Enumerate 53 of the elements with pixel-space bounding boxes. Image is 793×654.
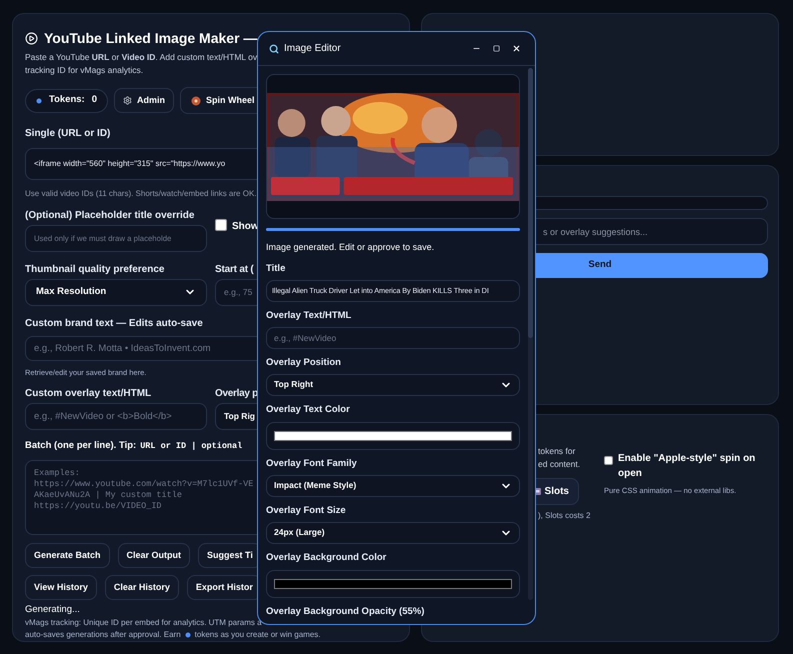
field-label: Start at ( xyxy=(215,262,254,277)
text-field[interactable]: e.g., #NewVideo xyxy=(266,326,520,348)
field-label: Custom brand text — Edits auto-save xyxy=(25,316,203,331)
select-field[interactable]: 24px (Large) xyxy=(266,522,520,544)
close-icon[interactable] xyxy=(512,44,521,53)
action-button[interactable]: Generate Batch xyxy=(25,542,110,568)
action-button[interactable]: View History xyxy=(25,574,97,600)
app-title: YouTube Linked Image Maker — xyxy=(44,29,258,48)
wheel-icon xyxy=(191,96,202,106)
caption-text: ), Slots costs 2 xyxy=(537,510,592,522)
field-label: Overlay Background Color xyxy=(266,552,388,564)
field-label: Overlay Font Family xyxy=(266,458,358,470)
search-icon xyxy=(269,44,279,54)
select-value: Max Resolution xyxy=(36,285,106,300)
select-value: Impact (Meme Style) xyxy=(274,479,356,492)
field-label: Custom overlay text/HTML xyxy=(25,387,152,402)
action-button[interactable]: Clear History xyxy=(104,574,179,600)
select-value: Top Rig xyxy=(224,410,255,424)
maximize-icon[interactable] xyxy=(493,45,500,52)
field-label: Single (URL or ID) xyxy=(25,127,110,141)
intro-text: Paste a YouTube URL or Video ID. Add custom text/HTML ov tracking ID for vMags analytics. xyxy=(25,51,258,77)
play-icon xyxy=(25,32,38,45)
field-label: Title xyxy=(266,262,286,274)
select-field[interactable]: Top Right xyxy=(266,374,520,396)
tokens-label: Tokens: xyxy=(49,93,85,108)
color-field[interactable] xyxy=(266,422,520,450)
action-button[interactable]: Clear Output xyxy=(118,542,190,568)
field-label: Overlay Background Opacity (55%) xyxy=(266,606,426,618)
field-label: Overlay Font Size xyxy=(266,504,347,516)
gear-icon xyxy=(123,96,132,105)
footer-text: vMags tracking: Unique ID per embed for analytics. UTM params a auto-saves generations after approval. Earn tokens as you create or win games. xyxy=(25,617,320,641)
color-field[interactable] xyxy=(266,570,520,598)
overlay-text-field[interactable]: e.g., #NewVideo or <b>Bold</b> xyxy=(25,403,207,430)
select-value: 24px (Large) xyxy=(274,526,325,539)
field-label: (Optional) Placeholder title override xyxy=(25,208,194,223)
info-text: tokens for xyxy=(537,445,576,458)
field-label: Overlay Position xyxy=(266,356,342,368)
info-text: ed content. xyxy=(537,458,582,471)
status-text: Generating... xyxy=(25,602,80,617)
tokens-count: 0 xyxy=(92,93,98,108)
checkbox-label: Enable "Apple-style" spin on open xyxy=(618,452,756,481)
field-label: Batch (one per line). Tip: xyxy=(25,439,136,454)
select-value: Top Right xyxy=(274,378,314,391)
field-label: Overlay Text/HTML xyxy=(266,310,352,322)
select-field[interactable]: Impact (Meme Style) xyxy=(266,474,520,496)
admin-button[interactable]: Admin xyxy=(114,88,174,113)
quality-select[interactable]: Max Resolution xyxy=(25,278,207,306)
window-title: Image Editor xyxy=(284,42,341,56)
field-label: Thumbnail quality preference xyxy=(25,262,164,277)
hint-text: Use valid video IDs (11 chars). Shorts/watch/embed links are OK. xyxy=(25,188,258,200)
checkbox[interactable] xyxy=(604,456,613,465)
checkbox[interactable] xyxy=(215,218,227,231)
code-text: URL or ID | optional xyxy=(140,440,242,453)
